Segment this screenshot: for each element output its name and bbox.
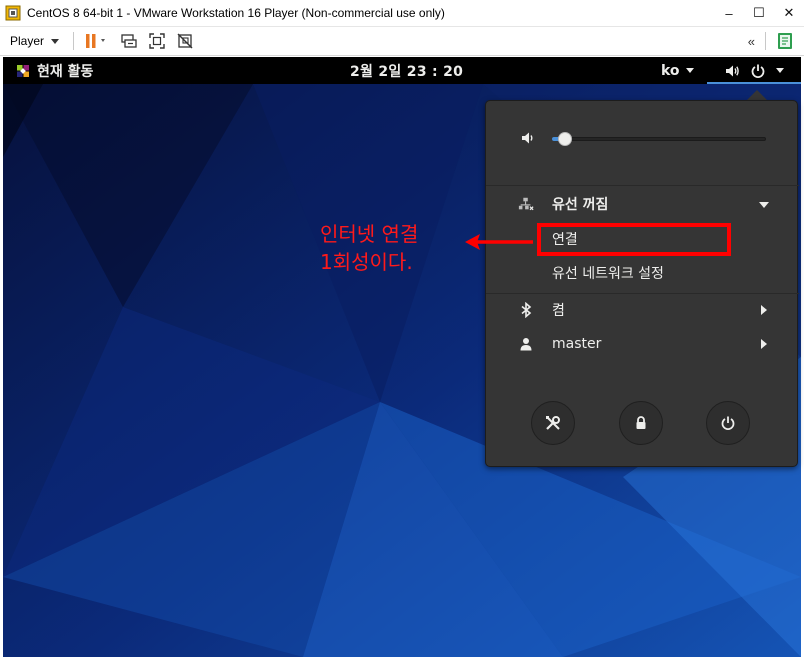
chevron-right-icon [761, 339, 767, 349]
wired-network-row[interactable]: 유선 꺼짐 [486, 187, 799, 221]
fit-guest-button[interactable] [146, 30, 168, 52]
settings-icon [546, 416, 560, 430]
volume-low-icon [522, 132, 533, 144]
system-actions [486, 401, 799, 445]
activities-label: 현재 활동 [37, 63, 94, 80]
wired-settings-item[interactable]: 유선 네트워크 설정 [486, 256, 799, 290]
power-off-button[interactable] [706, 401, 750, 445]
window-titlebar: CentOS 8 64-bit 1 - VMware Workstation 1… [0, 0, 804, 26]
chevron-down-icon [51, 38, 60, 44]
system-menu-button[interactable] [707, 57, 801, 84]
network-wired-disconnected-icon [518, 196, 534, 212]
input-source-label: ko [661, 62, 680, 79]
toolbar-right: « [748, 27, 804, 55]
player-menu-button[interactable]: Player [0, 34, 60, 48]
unity-button[interactable] [174, 30, 196, 52]
window-title: CentOS 8 64-bit 1 - VMware Workstation 1… [27, 6, 445, 20]
send-ctrl-alt-del-icon [121, 34, 137, 48]
gnome-top-bar: 현재 활동 2월 2일 23 : 20 ko [3, 57, 801, 84]
volume-icon [726, 65, 739, 76]
chevron-down-icon [759, 202, 769, 208]
volume-row [486, 126, 799, 150]
annotation-text: 인터넷 연결 1회성이다. [320, 222, 419, 274]
user-label: master [552, 336, 602, 352]
toolbar-separator [765, 32, 766, 50]
wired-network-title: 유선 꺼짐 [552, 197, 609, 213]
pause-icon [86, 34, 106, 48]
volume-slider-handle[interactable] [557, 132, 572, 146]
unity-icon [177, 33, 193, 49]
centos-logo-icon [17, 64, 29, 77]
vmware-toolbar: Player « [0, 26, 804, 56]
bluetooth-icon [518, 302, 534, 318]
library-icon [778, 33, 792, 49]
close-button[interactable]: ✕ [774, 0, 804, 26]
player-menu-label: Player [10, 34, 45, 48]
chevron-down-icon [776, 68, 784, 73]
volume-slider-track[interactable] [552, 137, 766, 141]
clock-button[interactable]: 2월 2일 23 : 20 [350, 57, 463, 84]
bluetooth-label: 켬 [552, 303, 565, 319]
chevron-right-icon [761, 305, 767, 315]
fit-guest-icon [149, 33, 165, 49]
maximize-button[interactable]: ☐ [744, 0, 774, 26]
activities-button[interactable]: 현재 활동 [15, 57, 93, 84]
send-ctrl-alt-del-button[interactable] [118, 30, 140, 52]
menu-divider [486, 185, 799, 186]
window-bottom-edge [0, 657, 804, 662]
wired-settings-label: 유선 네트워크 설정 [552, 266, 664, 282]
library-button[interactable] [774, 30, 796, 52]
user-row[interactable]: master [486, 327, 799, 361]
minimize-button[interactable]: – [714, 0, 744, 26]
pause-button[interactable] [82, 30, 112, 52]
collapse-toolbar-button[interactable]: « [748, 34, 755, 49]
lock-icon [636, 416, 646, 429]
connect-item-label: 연결 [552, 232, 578, 248]
vmware-app-icon [5, 5, 21, 21]
window-controls: – ☐ ✕ [714, 0, 804, 26]
power-icon [751, 64, 765, 78]
bluetooth-row[interactable]: 켬 [486, 293, 799, 327]
chevron-down-icon [685, 68, 694, 73]
lock-button[interactable] [619, 401, 663, 445]
user-icon [518, 336, 534, 352]
input-source-button[interactable]: ko [661, 57, 694, 84]
power-icon [721, 416, 735, 430]
system-menu-popup: 유선 꺼짐 연결 유선 네트워크 설정 켬 master [485, 100, 799, 467]
settings-button[interactable] [531, 401, 575, 445]
toolbar-separator [73, 32, 75, 50]
annotation-arrow-icon [465, 234, 533, 250]
